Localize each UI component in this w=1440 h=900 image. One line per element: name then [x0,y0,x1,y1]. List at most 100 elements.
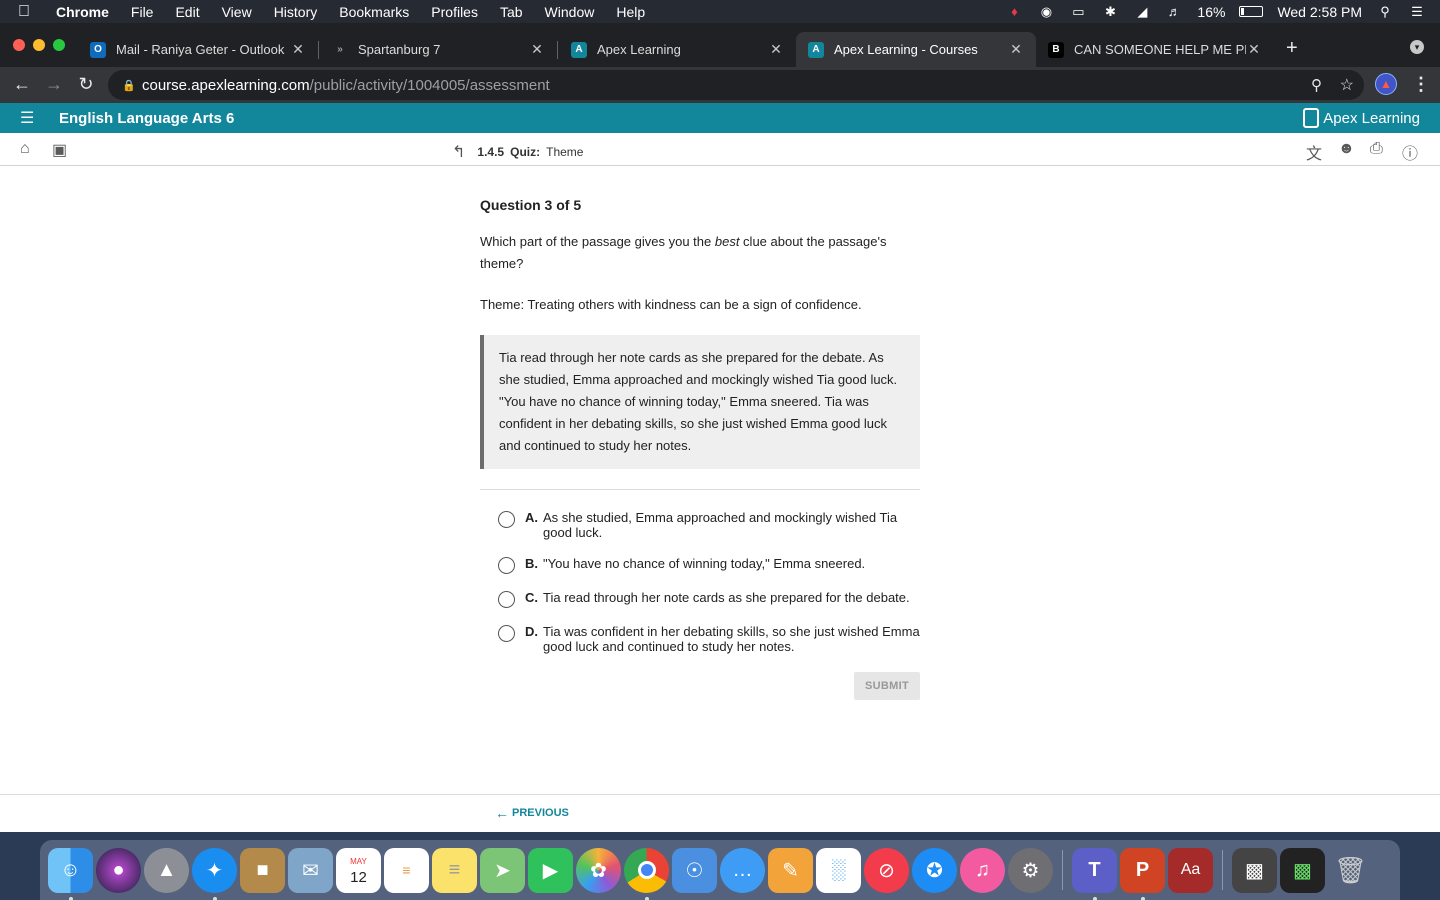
trash-icon[interactable]: 🗑 [1328,848,1373,893]
radio-button[interactable] [498,625,515,642]
choice-text: "You have no chance of winning today," E… [543,556,866,571]
ruby-icon[interactable]: ♦ [1005,4,1023,19]
itunes-icon[interactable]: ♫ [960,847,1005,893]
tab-search-chevron-icon[interactable]: ▾ [1410,40,1424,54]
spotlight-search-icon[interactable]: ⚲ [1376,4,1394,19]
address-bar[interactable]: 🔒 course.apexlearning.com/public/activit… [108,70,1364,100]
spartanburg-icon: » [337,44,343,55]
lock-icon[interactable]: 🔒 [122,79,136,92]
numbers-icon[interactable]: ░ [816,847,861,893]
bookmark-star-icon[interactable]: ☆ [1340,75,1354,95]
tab-brainly[interactable]: B CAN SOMEONE HELP ME PLEA ✕ [1036,32,1274,67]
tab-outlook[interactable]: O Mail - Raniya Geter - Outlook ✕ [78,32,318,67]
briefcase-icon[interactable]: ▣ [52,140,67,160]
battery-icon[interactable] [1239,6,1264,17]
radio-button[interactable] [498,511,515,528]
breadcrumb: ↰ 1.4.5 Quiz: Theme [452,142,583,162]
system-preferences-icon[interactable]: ⚙ [1008,847,1053,893]
mail-stamp-icon[interactable]: ✉ [288,847,333,893]
chrome-icon[interactable] [624,847,669,900]
minimize-window-button[interactable] [33,39,45,51]
choice-letter: B. [525,556,538,571]
menu-app-chrome[interactable]: Chrome [56,4,109,20]
keynote-icon[interactable]: ☉ [672,847,717,893]
outlook-icon: O [90,41,106,58]
choice-c[interactable]: C. Tia read through her note cards as sh… [480,590,920,608]
close-window-button[interactable] [13,39,25,51]
tab-apex-courses[interactable]: A Apex Learning - Courses ✕ [796,32,1036,67]
choice-b[interactable]: B. "You have no chance of winning today,… [480,556,920,574]
menu-view[interactable]: View [222,4,252,20]
menu-edit[interactable]: Edit [175,4,199,20]
up-level-arrow-icon[interactable]: ↰ [452,142,465,162]
previous-button[interactable]: ← PREVIOUS [495,805,569,821]
vpn-globe-icon[interactable]: ◉ [1037,4,1055,19]
tab-separator [318,41,319,59]
calendar-icon[interactable]: MAY 12 [336,847,381,893]
menu-tab[interactable]: Tab [500,4,523,20]
passage-block: Tia read through her note cards as she p… [480,335,920,469]
photos-icon[interactable]: ✿ [576,847,621,893]
dictionary-icon[interactable]: Aa [1168,847,1213,893]
reminders-icon[interactable]: ≡ [384,847,429,893]
tab-spartanburg[interactable]: » Spartanburg 7 ✕ [320,32,557,67]
menu-file[interactable]: File [131,4,154,20]
print-icon[interactable]: ⎙ [1370,140,1383,158]
apple-icon[interactable]:  [18,3,36,21]
pages-icon[interactable]: ✎ [768,847,813,893]
finder-icon[interactable]: ☺ [48,847,93,900]
translate-icon[interactable]: 文 [1306,140,1322,164]
menu-history[interactable]: History [274,4,318,20]
close-tab-icon[interactable]: ✕ [529,41,545,58]
profile-avatar-icon[interactable]: ▲ [1375,73,1397,95]
control-center-icon[interactable]: ☰ [1408,4,1426,19]
bluetooth-icon[interactable]: ✱ [1101,4,1119,19]
tab-apex-learning[interactable]: A Apex Learning ✕ [559,32,796,67]
wifi-icon[interactable]: ◢ [1133,4,1151,19]
choice-d[interactable]: D. Tia was confident in her debating ski… [480,624,920,654]
zoom-magnifier-icon[interactable]: ⚲ [1311,76,1322,94]
menu-profiles[interactable]: Profiles [431,4,478,20]
radio-button[interactable] [498,557,515,574]
radio-button[interactable] [498,591,515,608]
reload-icon[interactable]: ↻ [75,74,97,95]
menu-window[interactable]: Window [545,4,595,20]
safari-icon[interactable]: ✦ [192,847,237,900]
left-arrow-icon: ← [495,805,509,821]
siri-icon[interactable]: ● [96,847,141,893]
app-store-icon[interactable]: ✪ [912,847,957,893]
launchpad-icon[interactable]: ▲ [144,847,189,893]
text-to-speech-icon[interactable]: ☻ [1338,140,1355,158]
facetime-icon[interactable]: ▶ [528,847,573,893]
home-icon[interactable]: ⌂ [20,140,30,158]
recent-activity-monitor-icon[interactable]: ▩ [1280,847,1325,893]
close-tab-icon[interactable]: ✕ [1008,41,1024,58]
airplay-icon[interactable]: ▭ [1069,4,1087,19]
choice-a[interactable]: A. As she studied, Emma approached and m… [480,510,920,540]
menu-help[interactable]: Help [616,4,645,20]
recent-screenshot-icon[interactable]: ▩ [1232,847,1277,893]
menu-list-icon[interactable]: ☰ [20,108,38,128]
close-tab-icon[interactable]: ✕ [1246,41,1262,58]
chrome-menu-kebab-icon[interactable]: ⋮ [1412,74,1430,95]
volume-icon[interactable]: ♬ [1165,4,1183,19]
new-tab-plus-icon[interactable]: + [1286,37,1298,60]
help-circle-icon[interactable]: ⓘ [1402,140,1418,164]
apex-logo-text: Apex Learning [1323,109,1420,127]
forward-arrow-icon[interactable]: → [43,74,65,95]
submit-button[interactable]: SUBMIT [854,672,920,700]
url-path: /public/activity/1004005/assessment [309,76,550,94]
teams-icon[interactable]: T [1072,847,1117,900]
close-tab-icon[interactable]: ✕ [768,41,784,58]
close-tab-icon[interactable]: ✕ [290,41,306,58]
news-icon[interactable]: ⊘ [864,847,909,893]
back-arrow-icon[interactable]: ← [11,74,33,95]
maps-icon[interactable]: ➤ [480,847,525,893]
contacts-icon[interactable]: ■ [240,847,285,893]
menu-bookmarks[interactable]: Bookmarks [339,4,409,20]
powerpoint-icon[interactable]: P [1120,847,1165,900]
menubar-clock[interactable]: Wed 2:58 PM [1277,4,1362,20]
messages-icon[interactable]: … [720,847,765,893]
zoom-window-button[interactable] [53,39,65,51]
notes-icon[interactable]: ≡ [432,847,477,893]
